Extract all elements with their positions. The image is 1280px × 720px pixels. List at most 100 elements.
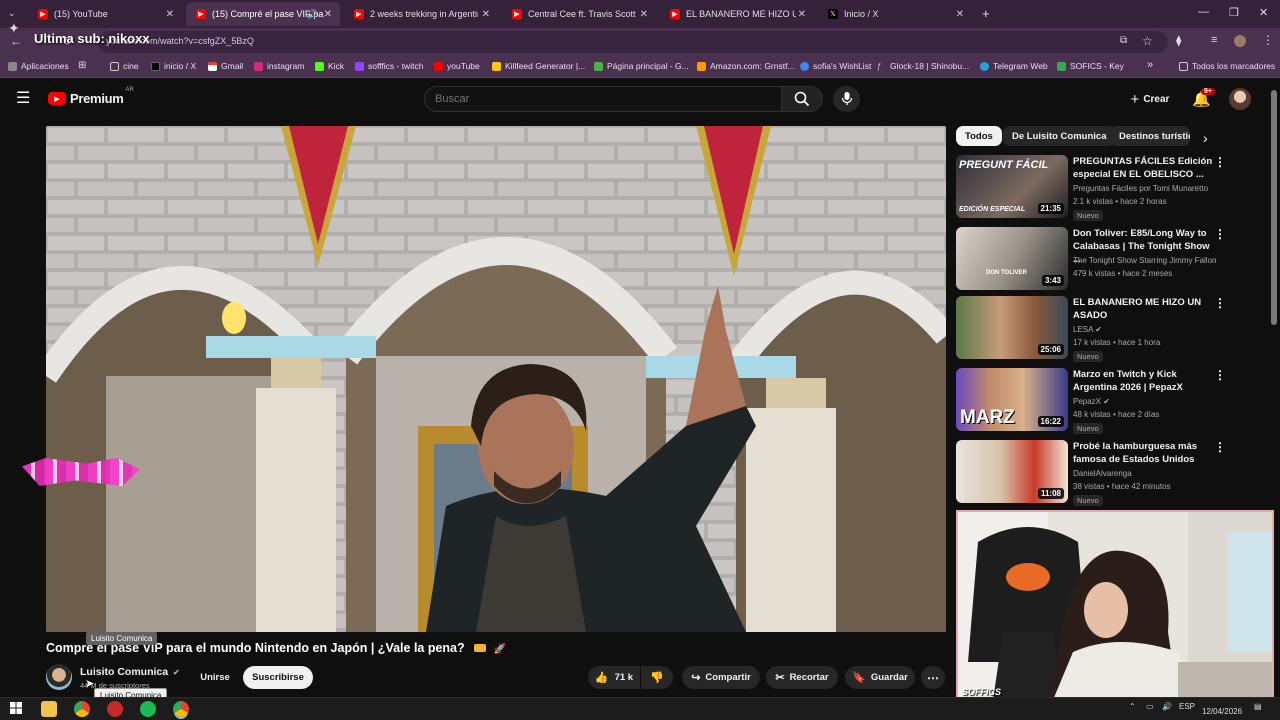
recommendation-channel[interactable]: The Tonight Show Starring Jimmy Fallon [1073,256,1223,265]
recommendation-channel[interactable]: DanielAlvarenga [1073,469,1132,478]
bookmark-apps[interactable]: Aplicaciones [8,61,69,71]
volume-icon[interactable]: 🔊 [1162,702,1172,711]
profile-icon[interactable] [1234,35,1246,47]
avatar[interactable] [1229,88,1251,110]
notifications-button[interactable]: 🔔 9+ [1192,88,1215,109]
tab-bananero[interactable]: ▶ EL BANANERO ME HIZO UN AS ✕ [660,2,814,26]
restore-icon[interactable]: ❐ [1229,6,1239,19]
recommendation-channel[interactable]: LESA ✔ [1073,325,1102,334]
video-thumbnail[interactable]: MARZ 16:22 [956,368,1068,431]
more-actions-icon[interactable]: ⋮ [1214,155,1226,169]
chrome-active-icon[interactable] [173,701,189,717]
tab-groups-icon[interactable]: ⊞ [78,60,86,71]
more-actions-button[interactable]: ⋯ [921,666,945,689]
close-icon[interactable]: ✕ [482,9,490,20]
bookmark-instagram[interactable]: instagram [254,61,304,71]
list-item[interactable]: DON TOLIVER 3:43 Don Toliver: E85/Long W… [956,227,1256,291]
new-tab-plus-icon[interactable]: + [982,6,990,21]
omnibox[interactable] [98,31,1168,53]
chrome-icon[interactable] [74,701,90,717]
page-scrollbar[interactable] [1271,90,1277,325]
bookmark-cine[interactable]: cine [110,61,139,71]
video-player[interactable] [46,126,946,632]
close-icon[interactable]: ✕ [640,9,648,20]
recommendation-title[interactable]: Marzo en Twitch y Kick Argentina 2026 | … [1073,368,1213,394]
list-item[interactable]: MARZ 16:22 Marzo en Twitch y Kick Argent… [956,368,1256,434]
list-item[interactable]: 11:08 Probé la hamburguesa más famosa de… [956,440,1256,506]
tray-lang[interactable]: ESP [1179,702,1195,711]
speaker-icon[interactable]: 🔊 [307,9,318,20]
bookmark-telegram[interactable]: Telegram Web [980,61,1048,71]
like-button[interactable]: 👍 71 k [588,666,640,689]
cast-icon[interactable]: ⧉ [1120,35,1127,46]
recommendation-title[interactable]: EL BANANERO ME HIZO UN ASADO [1073,296,1213,322]
recommendation-title[interactable]: Probé la hamburguesa más famosa de Estad… [1073,440,1213,466]
file-explorer-icon[interactable] [41,701,57,717]
close-icon[interactable]: ✕ [956,9,964,20]
tab-search-chevron-icon[interactable]: ⌄ [8,8,16,19]
youtube-premium-logo[interactable]: ▶ Premium AR [48,87,134,106]
save-button[interactable]: 🔖 Guardar [845,666,915,689]
more-actions-icon[interactable]: ⋮ [1214,227,1226,241]
bookmark-youtube[interactable]: youTube [434,61,480,71]
video-thumbnail[interactable]: 25:06 [956,296,1068,359]
recommendation-title[interactable]: PREGUNTAS FÁCILES Edición especial EN EL… [1073,155,1213,181]
spotify-icon[interactable] [140,701,156,717]
chip-de-luisito[interactable]: De Luisito Comunica [1003,126,1116,146]
more-actions-icon[interactable]: ⋮ [1214,440,1226,454]
join-button[interactable]: Unirse [192,666,238,689]
bookmark-amazon[interactable]: Amazon.com: Grnstf... [697,61,795,71]
browser-menu-icon[interactable]: ⋮ [1262,33,1274,47]
search-button[interactable] [781,86,823,112]
window-close-icon[interactable]: ✕ [1259,6,1268,19]
tab-trekking[interactable]: ▶ 2 weeks trekking in Argentina & ✕ [344,2,498,26]
chip-destinos[interactable]: Destinos turístic [1110,126,1190,146]
extensions-icon[interactable]: ⧫ [1176,34,1181,47]
more-actions-icon[interactable]: ⋮ [1214,296,1226,310]
bookmark-wishlist[interactable]: sofia's WishList [800,61,871,71]
bookmark-sofics-key[interactable]: SOFICS - Key [1057,61,1124,71]
media-control-icon[interactable]: ≡ [1211,34,1217,46]
close-icon[interactable]: ✕ [166,9,174,20]
bookmark-kick[interactable]: Kick [315,61,344,71]
recommendation-channel[interactable]: PepazX ✔ [1073,397,1110,406]
list-item[interactable]: 25:06 EL BANANERO ME HIZO UN ASADO LESA … [956,296,1256,362]
tab-youtube[interactable]: ▶ (15) YouTube ✕ [28,2,182,26]
close-icon[interactable]: ✕ [798,9,806,20]
tab-current-video[interactable]: ▶ (15) Compré el pase VIP pa 🔊 ✕ [186,2,340,26]
bookmark-inicio-x[interactable]: inicio / X [151,61,196,71]
bookmark-killfeed[interactable]: Killfeed Generator |... [492,61,585,71]
notification-center-icon[interactable]: ▤ [1254,702,1262,711]
subscribe-button[interactable]: Suscribirse [243,666,313,689]
bookmark-all[interactable]: Todos los marcadores [1179,61,1275,71]
chip-todos[interactable]: Todos [956,126,1002,146]
tray-chevron-icon[interactable]: ⌃ [1129,702,1136,711]
video-thumbnail[interactable]: 11:08 [956,440,1068,503]
tab-central-cee[interactable]: ▶ Central Cee ft. Travis Scott - Mo ✕ [502,2,656,26]
hamburger-menu-icon[interactable]: ☰ [16,88,30,108]
create-button[interactable]: + Crear [1124,88,1176,110]
bookmark-star-icon[interactable]: ☆ [1142,34,1153,48]
dislike-button[interactable]: 👎 [641,666,673,689]
minimize-icon[interactable]: — [1198,6,1209,18]
windows-start-icon[interactable] [10,702,22,714]
close-icon[interactable]: ✕ [324,9,332,20]
tray-date[interactable]: 12/04/2026 [1202,707,1242,716]
share-button[interactable]: ↪ Compartir [682,666,760,689]
bookmark-glock[interactable]: ƒ Glock-18 | Shinobu... [877,61,969,71]
more-bookmarks-chevron-icon[interactable]: » [1147,59,1153,71]
bookmark-gmail[interactable]: Gmail [208,61,243,71]
search-input[interactable] [424,86,782,112]
network-icon[interactable]: ▭ [1146,702,1154,711]
channel-name[interactable]: Luisito Comunica ✔ [80,666,180,678]
recommendation-channel[interactable]: Preguntas Fáciles por Tomi Munaretto [1073,184,1208,193]
clip-button[interactable]: ✂ Recortar [766,666,838,689]
list-item[interactable]: PREGUNT FÁCIL EDICIÓN ESPECIAL 21:35 PRE… [956,155,1256,221]
video-thumbnail[interactable]: DON TOLIVER 3:43 [956,227,1068,290]
tab-x[interactable]: 𝕏 Inicio / X ✕ [818,2,972,26]
chevron-right-icon[interactable]: › [1203,130,1208,146]
bookmark-pagina-principal[interactable]: Página principal - G... [594,61,689,71]
video-thumbnail[interactable]: PREGUNT FÁCIL EDICIÓN ESPECIAL 21:35 [956,155,1068,218]
app-red-icon[interactable] [107,701,123,717]
bookmark-twitch[interactable]: sofffics - twitch [355,61,423,71]
